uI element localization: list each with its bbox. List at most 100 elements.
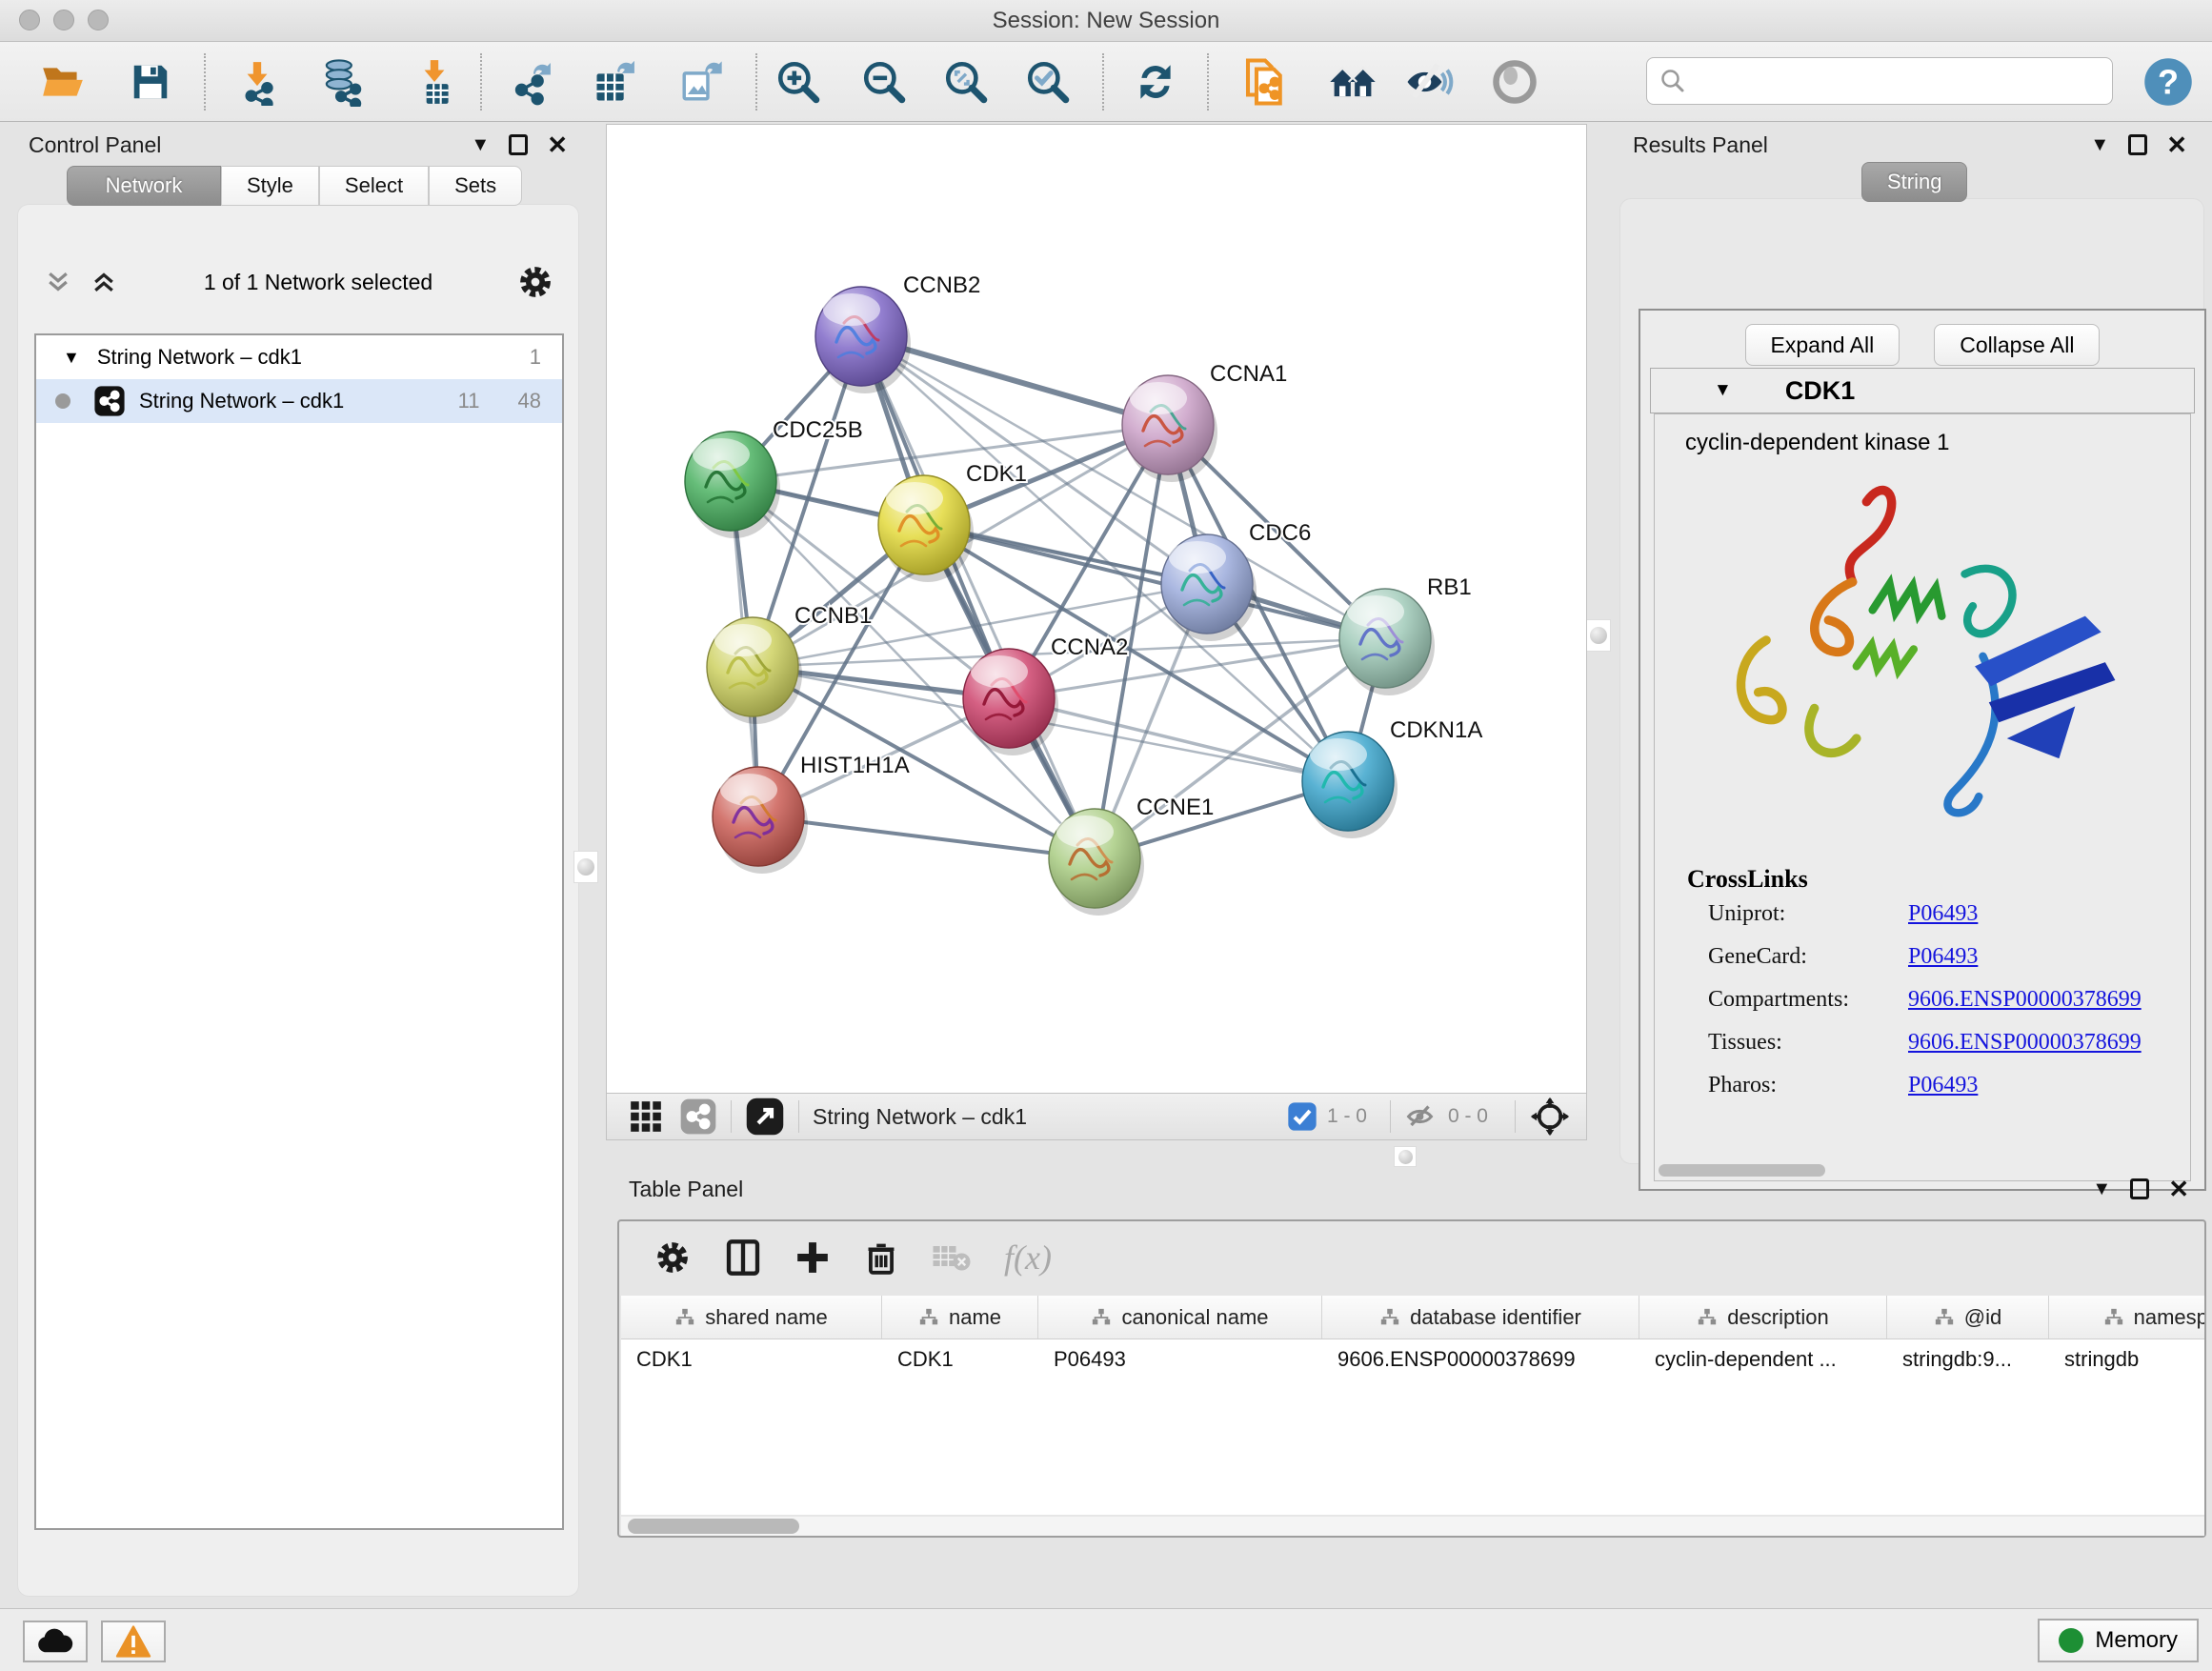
crosslink-link[interactable]: 9606.ENSP00000378699	[1908, 987, 2142, 1013]
network-edges[interactable]	[731, 336, 1385, 858]
delete-column-trash-icon[interactable]	[863, 1239, 899, 1276]
tab-select[interactable]: Select	[319, 166, 429, 206]
search-box[interactable]	[1646, 57, 2113, 105]
create-column-plus-icon[interactable]	[794, 1239, 831, 1276]
network-node[interactable]: CCNA1	[1122, 361, 1287, 482]
network-node[interactable]: CCNB2	[815, 272, 980, 393]
network-list-view-icon[interactable]	[679, 1097, 717, 1136]
search-input[interactable]	[1687, 69, 2097, 93]
zoom-fit-button[interactable]	[939, 55, 993, 109]
table-cell[interactable]: CDK1	[621, 1347, 882, 1372]
birds-eye-view-icon[interactable]	[1529, 1096, 1571, 1137]
export-image-button[interactable]	[674, 55, 728, 109]
column-header-description[interactable]: description	[1639, 1296, 1887, 1339]
right-splitter-handle[interactable]	[1586, 619, 1611, 652]
main-toolbar: ?	[0, 42, 2212, 122]
table-cell[interactable]: cyclin-dependent ...	[1639, 1347, 1887, 1372]
open-session-button[interactable]	[36, 55, 90, 109]
table-panel-float-icon[interactable]	[2130, 1178, 2149, 1199]
import-network-from-database-button[interactable]	[314, 55, 368, 109]
import-table-button[interactable]	[408, 55, 461, 109]
collapse-all-button[interactable]: Collapse All	[1934, 324, 2100, 366]
network-node[interactable]: CDC25B	[685, 417, 863, 538]
column-header-namespace[interactable]: namespace	[2049, 1296, 2204, 1339]
minimize-window-icon[interactable]	[53, 10, 74, 30]
export-network-button[interactable]	[507, 55, 560, 109]
grid-view-icon[interactable]	[628, 1098, 664, 1135]
column-header--id[interactable]: @id	[1887, 1296, 2049, 1339]
table-horizontal-scrollbar[interactable]	[621, 1517, 2204, 1536]
table-panel-close-icon[interactable]: ✕	[2168, 1175, 2189, 1204]
selected-checkbox-icon[interactable]	[1287, 1101, 1317, 1132]
control-panel-float-icon[interactable]	[509, 134, 528, 155]
expand-all-button[interactable]: Expand All	[1745, 324, 1900, 366]
network-options-gear-icon[interactable]	[516, 263, 554, 301]
zoom-window-icon[interactable]	[88, 10, 109, 30]
crosslink-row: Tissues:9606.ENSP00000378699	[1708, 1030, 2190, 1056]
clone-network-button[interactable]	[1238, 55, 1292, 109]
close-window-icon[interactable]	[19, 10, 40, 30]
show-glass-button[interactable]	[1488, 55, 1541, 109]
network-view-canvas[interactable]: CCNB2 CCNA1 CDC25B CDK1	[606, 124, 1587, 1094]
cloud-status-button[interactable]	[23, 1621, 88, 1662]
table-cell[interactable]: stringdb	[2049, 1347, 2204, 1372]
network-row-selected[interactable]: String Network – cdk1 11 48	[36, 379, 562, 423]
zoom-selected-button[interactable]	[1021, 55, 1075, 109]
table-cell[interactable]: P06493	[1038, 1347, 1322, 1372]
network-edge[interactable]	[924, 525, 1385, 638]
left-splitter-handle[interactable]	[573, 851, 598, 883]
table-scrollbar-thumb[interactable]	[628, 1519, 799, 1534]
column-header-name[interactable]: name	[882, 1296, 1038, 1339]
hidden-eye-slash-icon[interactable]	[1404, 1099, 1438, 1134]
tab-sets[interactable]: Sets	[429, 166, 522, 206]
hide-glass-button[interactable]	[1402, 55, 1456, 109]
network-node[interactable]: CDKN1A	[1302, 717, 1482, 838]
control-panel-collapse-icon[interactable]: ▼	[471, 134, 490, 156]
table-cell[interactable]: stringdb:9...	[1887, 1347, 2049, 1372]
crosslink-link[interactable]: P06493	[1908, 1073, 1978, 1098]
bottom-splitter-handle[interactable]	[1394, 1146, 1417, 1167]
network-node[interactable]: CDC6	[1161, 520, 1311, 641]
expand-all-icon[interactable]	[88, 268, 120, 296]
warnings-button[interactable]	[101, 1621, 166, 1662]
table-options-gear-icon[interactable]	[654, 1238, 692, 1277]
memory-button[interactable]: Memory	[2038, 1619, 2199, 1662]
table-panel-collapse-icon[interactable]: ▼	[2092, 1178, 2111, 1200]
network-edge[interactable]	[861, 336, 1095, 858]
tab-string[interactable]: String	[1861, 162, 1967, 202]
tab-network[interactable]: Network	[67, 166, 221, 206]
show-columns-icon[interactable]	[724, 1238, 762, 1277]
export-table-button[interactable]	[589, 55, 642, 109]
save-session-button[interactable]	[124, 55, 177, 109]
network-node[interactable]: HIST1H1A	[713, 753, 910, 874]
column-header-canonical-name[interactable]: canonical name	[1038, 1296, 1322, 1339]
node-section-header[interactable]: ▼ CDK1	[1650, 368, 2195, 413]
tab-style[interactable]: Style	[221, 166, 319, 206]
string-home-button[interactable]	[1326, 55, 1379, 109]
network-collection-row[interactable]: ▼ String Network – cdk1 1	[36, 335, 562, 379]
column-header-database-identifier[interactable]: database identifier	[1322, 1296, 1639, 1339]
import-network-button[interactable]	[231, 55, 284, 109]
table-cell[interactable]: 9606.ENSP00000378699	[1322, 1347, 1639, 1372]
crosslink-link[interactable]: P06493	[1908, 944, 1978, 970]
refresh-button[interactable]	[1129, 55, 1182, 109]
results-panel-collapse-icon[interactable]: ▼	[2090, 134, 2109, 156]
detach-view-icon[interactable]	[745, 1097, 785, 1137]
zoom-out-button[interactable]	[857, 55, 911, 109]
table-cell[interactable]: CDK1	[882, 1347, 1038, 1372]
collapse-all-icon[interactable]	[42, 268, 74, 296]
tree-expander-icon[interactable]: ▼	[63, 348, 80, 368]
hidden-nodes-edges-count: 0 - 0	[1448, 1105, 1488, 1128]
table-row[interactable]: CDK1CDK1P064939606.ENSP00000378699cyclin…	[621, 1339, 2204, 1379]
crosslink-link[interactable]: P06493	[1908, 901, 1978, 927]
zoom-in-button[interactable]	[772, 55, 825, 109]
column-header-shared-name[interactable]: shared name	[621, 1296, 882, 1339]
help-button[interactable]: ?	[2142, 55, 2195, 109]
network-node[interactable]: RB1	[1339, 574, 1472, 695]
network-edge[interactable]	[758, 816, 1095, 858]
results-panel-close-icon[interactable]: ✕	[2166, 131, 2187, 160]
results-panel-float-icon[interactable]	[2128, 134, 2147, 155]
section-collapse-icon[interactable]: ▼	[1714, 380, 1732, 401]
control-panel-close-icon[interactable]: ✕	[547, 131, 568, 160]
crosslink-link[interactable]: 9606.ENSP00000378699	[1908, 1030, 2142, 1056]
